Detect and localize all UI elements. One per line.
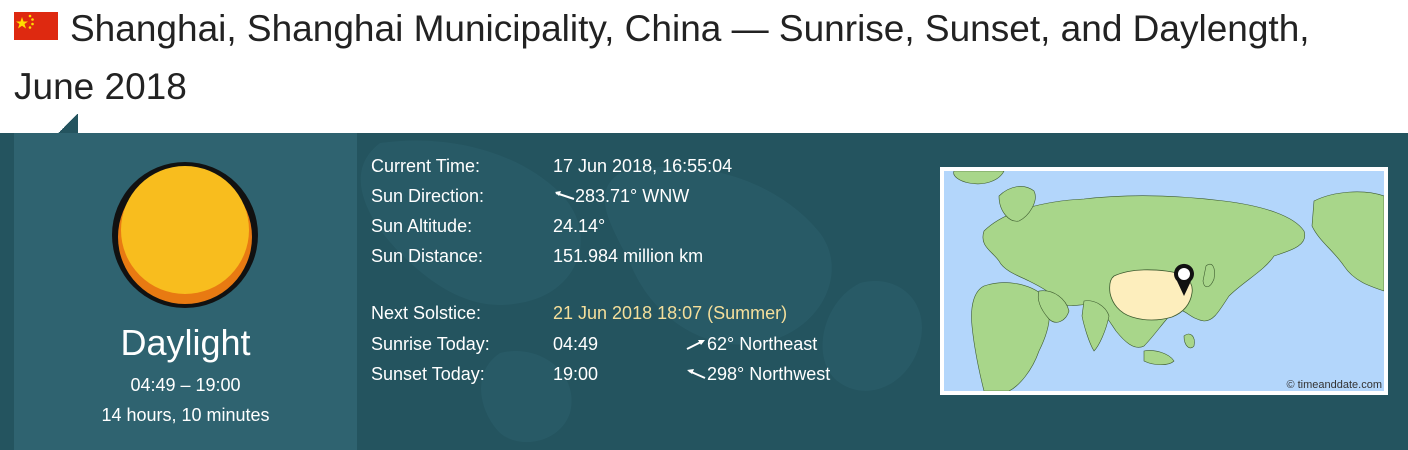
page-header: Shanghai, Shanghai Municipality, China —… (14, 0, 1394, 116)
sun-altitude-label: Sun Altitude: (371, 216, 473, 236)
next-solstice-label: Next Solstice: (371, 303, 482, 323)
direction-arrow-icon (555, 191, 575, 200)
sunset-arrow-icon (687, 369, 706, 379)
daylight-status: Daylight (120, 322, 251, 363)
sun-distance-label: Sun Distance: (371, 246, 484, 266)
map-credit: © timeanddate.com (1286, 379, 1382, 391)
sun-direction-value: 283.71° WNW (575, 186, 690, 206)
current-time-label: Current Time: (371, 156, 481, 176)
daylight-range: 04:49 – 19:00 (130, 375, 241, 395)
sun-altitude-value: 24.14° (553, 216, 606, 236)
world-map-svg (944, 171, 1384, 391)
current-time-value: 17 Jun 2018, 16:55:04 (553, 156, 733, 176)
china-flag-icon (14, 12, 58, 40)
sunrise-direction-wrap: 62° Northeast (685, 334, 817, 355)
location-map[interactable]: © timeanddate.com (940, 167, 1388, 395)
sunset-time: 19:00 (553, 364, 599, 384)
next-solstice-value: 21 Jun 2018 18:07 (Summer) (553, 303, 788, 323)
sunset-direction: 298° Northwest (707, 364, 831, 384)
daylight-length: 14 hours, 10 minutes (101, 405, 270, 425)
sun-direction-value-wrap: 283.71° WNW (553, 186, 689, 207)
page-title-text: Shanghai, Shanghai Municipality, China —… (14, 8, 1310, 107)
sunrise-today-label: Sunrise Today: (371, 334, 490, 354)
sunset-direction-wrap: 298° Northwest (685, 364, 830, 385)
page-title: Shanghai, Shanghai Municipality, China —… (14, 0, 1394, 116)
sunrise-time: 04:49 (553, 334, 599, 354)
sun-distance-value: 151.984 million km (553, 246, 704, 266)
sun-icon (112, 162, 258, 308)
sun-direction-label: Sun Direction: (371, 186, 485, 206)
sunset-today-label: Sunset Today: (371, 364, 485, 384)
sunrise-direction: 62° Northeast (707, 334, 818, 354)
sunrise-arrow-icon (686, 340, 705, 350)
header-pointer (58, 114, 78, 133)
